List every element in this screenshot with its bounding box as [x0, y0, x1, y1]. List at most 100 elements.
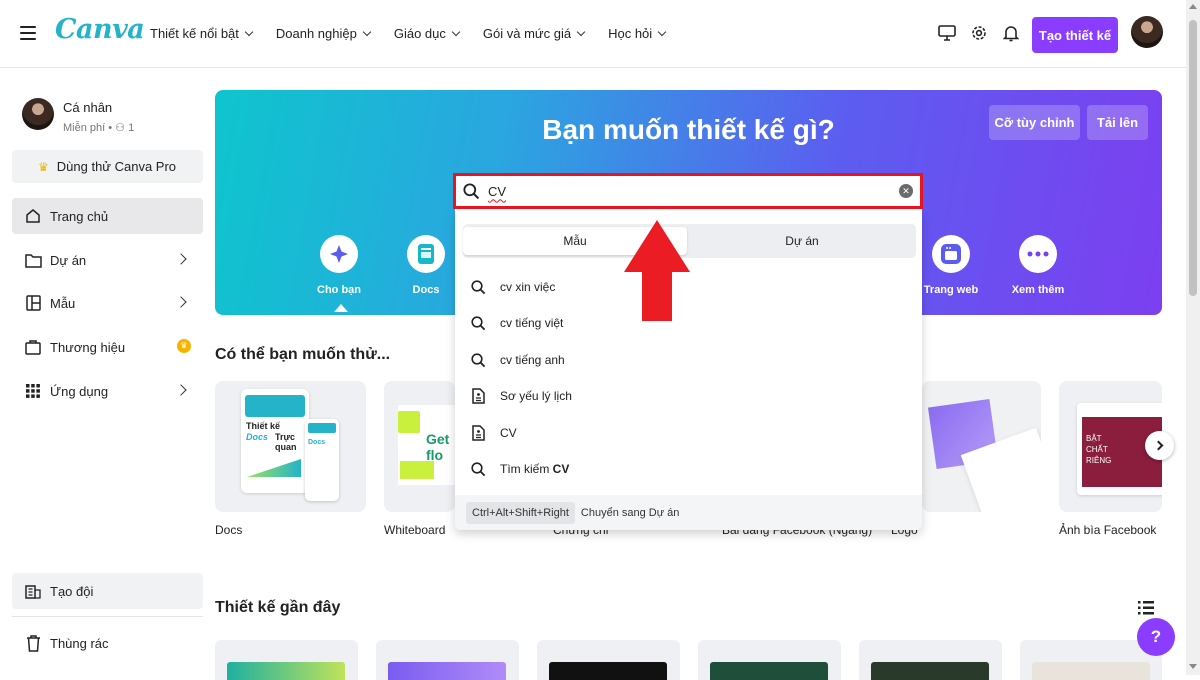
profile-avatar[interactable]: [22, 98, 54, 130]
canva-logo[interactable]: Canva: [55, 14, 145, 45]
dropdown-footer: Ctrl+Alt+Shift+Right Chuyển sang Dự án: [455, 495, 922, 530]
nav-label: Giáo dục: [393, 26, 446, 41]
sidebar-item-brand[interactable]: Thương hiệu ♛: [12, 329, 203, 365]
category-website[interactable]: Trang web: [916, 235, 986, 296]
top-nav: Thiết kế nổi bật Doanh nghiệp Giáo dục G…: [150, 26, 689, 41]
help-button[interactable]: ?: [1137, 618, 1175, 656]
scroll-down-icon[interactable]: [1189, 664, 1197, 669]
recent-design-card[interactable]: [376, 640, 519, 680]
search-query[interactable]: CV: [488, 184, 506, 199]
nav-learn[interactable]: Học hỏi: [608, 26, 667, 41]
suggestion-item[interactable]: Sơ yếu lý lịch: [467, 382, 907, 410]
recent-thumb: [549, 662, 667, 680]
template-icon: [24, 294, 42, 312]
category-label: Docs: [412, 284, 440, 296]
try-pro-button[interactable]: ♛ Dùng thử Canva Pro: [12, 150, 203, 183]
template-card-logo[interactable]: [922, 381, 1041, 512]
thumb-sticky: [398, 411, 420, 433]
search-icon: [470, 461, 486, 477]
tab-projects[interactable]: Dự án: [691, 227, 913, 255]
bell-icon[interactable]: [1000, 22, 1022, 44]
thumb-sticky: [400, 461, 434, 479]
sidebar-item-trash[interactable]: Thùng rác: [12, 625, 203, 661]
recent-thumb: [710, 662, 828, 680]
sidebar-item-label: Dự án: [50, 252, 87, 268]
create-design-button[interactable]: Tạo thiết kế: [1032, 17, 1118, 53]
nav-label: Thiết kế nổi bật: [150, 26, 239, 41]
sidebar: Cá nhân Miễn phí • ⚇ 1 ♛ Dùng thử Canva …: [0, 69, 215, 675]
recent-design-card[interactable]: [698, 640, 841, 680]
sidebar-item-label: Ứng dụng: [50, 383, 109, 399]
chevron-down-icon: [451, 27, 461, 36]
nav-business[interactable]: Doanh nghiệp: [275, 26, 372, 41]
nav-pricing[interactable]: Gói và mức giá: [482, 26, 586, 41]
nav-label: Doanh nghiệp: [275, 26, 357, 41]
nav-featured[interactable]: Thiết kế nổi bật: [150, 26, 254, 41]
shortcut-hint: Chuyển sang Dự án: [580, 506, 680, 519]
apps-grid-icon: [24, 382, 42, 400]
search-icon: [463, 182, 480, 200]
sidebar-item-home[interactable]: Trang chủ: [12, 198, 203, 234]
carousel-next-button[interactable]: [1145, 431, 1174, 460]
category-docs[interactable]: Docs: [391, 235, 461, 296]
suggestion-item[interactable]: Tìm kiếm CV: [467, 455, 907, 483]
page-scrollbar[interactable]: [1186, 0, 1200, 675]
scroll-thumb[interactable]: [1189, 20, 1197, 296]
top-bar: Canva Thiết kế nổi bật Doanh nghiệp Giáo…: [0, 0, 1186, 68]
docs-icon: [407, 235, 445, 273]
profile-plan: Miễn phí • ⚇ 1: [63, 122, 135, 134]
custom-size-button[interactable]: Cỡ tùy chỉnh: [989, 105, 1080, 140]
chevron-right-icon: [175, 384, 187, 396]
suggestion-text: Sơ yếu lý lịch: [500, 389, 572, 403]
suggestion-item[interactable]: CV: [467, 419, 907, 447]
recent-design-card[interactable]: [537, 640, 680, 680]
more-icon: [1019, 235, 1057, 273]
document-icon: [470, 388, 486, 404]
sidebar-item-label: Trang chủ: [50, 208, 109, 224]
nav-education[interactable]: Giáo dục: [393, 26, 461, 41]
sidebar-item-label: Thùng rác: [50, 635, 109, 651]
suggestion-query: CV: [552, 462, 570, 476]
top-icons: [936, 22, 1032, 44]
card-label[interactable]: Ảnh bìa Facebook: [1059, 523, 1156, 537]
chevron-down-icon: [244, 27, 254, 36]
menu-icon[interactable]: [20, 26, 36, 40]
template-card-whiteboard[interactable]: Get flo: [384, 381, 455, 512]
card-label[interactable]: Whiteboard: [384, 523, 445, 537]
document-icon: [470, 425, 486, 441]
list-view-icon[interactable]: [1138, 601, 1154, 615]
upload-button[interactable]: Tải lên: [1087, 105, 1148, 140]
thumb-text: BẬT: [1086, 434, 1102, 443]
card-label[interactable]: Docs: [215, 523, 242, 537]
thumb-text: RIÊNG: [1086, 456, 1112, 465]
annotation-arrow-icon: [624, 220, 690, 321]
recent-design-card[interactable]: [215, 640, 358, 680]
scroll-up-icon[interactable]: [1189, 4, 1197, 9]
desktop-icon[interactable]: [936, 22, 958, 44]
sidebar-item-create-team[interactable]: Tạo đội: [12, 573, 203, 609]
recent-design-card[interactable]: [859, 640, 1002, 680]
clear-search-icon[interactable]: ✕: [899, 184, 913, 198]
sidebar-item-templates[interactable]: Mẫu: [12, 285, 203, 321]
template-card-docs[interactable]: Thiết kế Docs Trực quan Docs: [215, 381, 366, 512]
gear-icon[interactable]: [968, 22, 990, 44]
suggestion-item[interactable]: cv tiếng anh: [467, 346, 907, 374]
suggestion-text: CV: [500, 426, 517, 440]
chevron-right-icon: [175, 296, 187, 308]
recent-thumb: [227, 662, 345, 680]
nav-label: Gói và mức giá: [482, 26, 572, 41]
chevron-right-icon: [1153, 440, 1163, 451]
chevron-down-icon: [657, 27, 667, 36]
thumb-text: Docs: [308, 439, 326, 446]
thumb-chart: [247, 459, 301, 477]
suggestion-text: Tìm kiếm: [500, 462, 553, 476]
search-icon: [470, 352, 486, 368]
search-input[interactable]: CV ✕: [453, 173, 923, 209]
profile-name[interactable]: Cá nhân: [63, 100, 112, 115]
sidebar-item-apps[interactable]: Ứng dụng: [12, 373, 203, 409]
category-for-you[interactable]: Cho bạn: [304, 235, 374, 296]
category-more[interactable]: Xem thêm: [1003, 235, 1073, 296]
avatar[interactable]: [1131, 16, 1163, 48]
sidebar-item-projects[interactable]: Dự án: [12, 242, 203, 278]
brand-icon: [24, 338, 42, 356]
